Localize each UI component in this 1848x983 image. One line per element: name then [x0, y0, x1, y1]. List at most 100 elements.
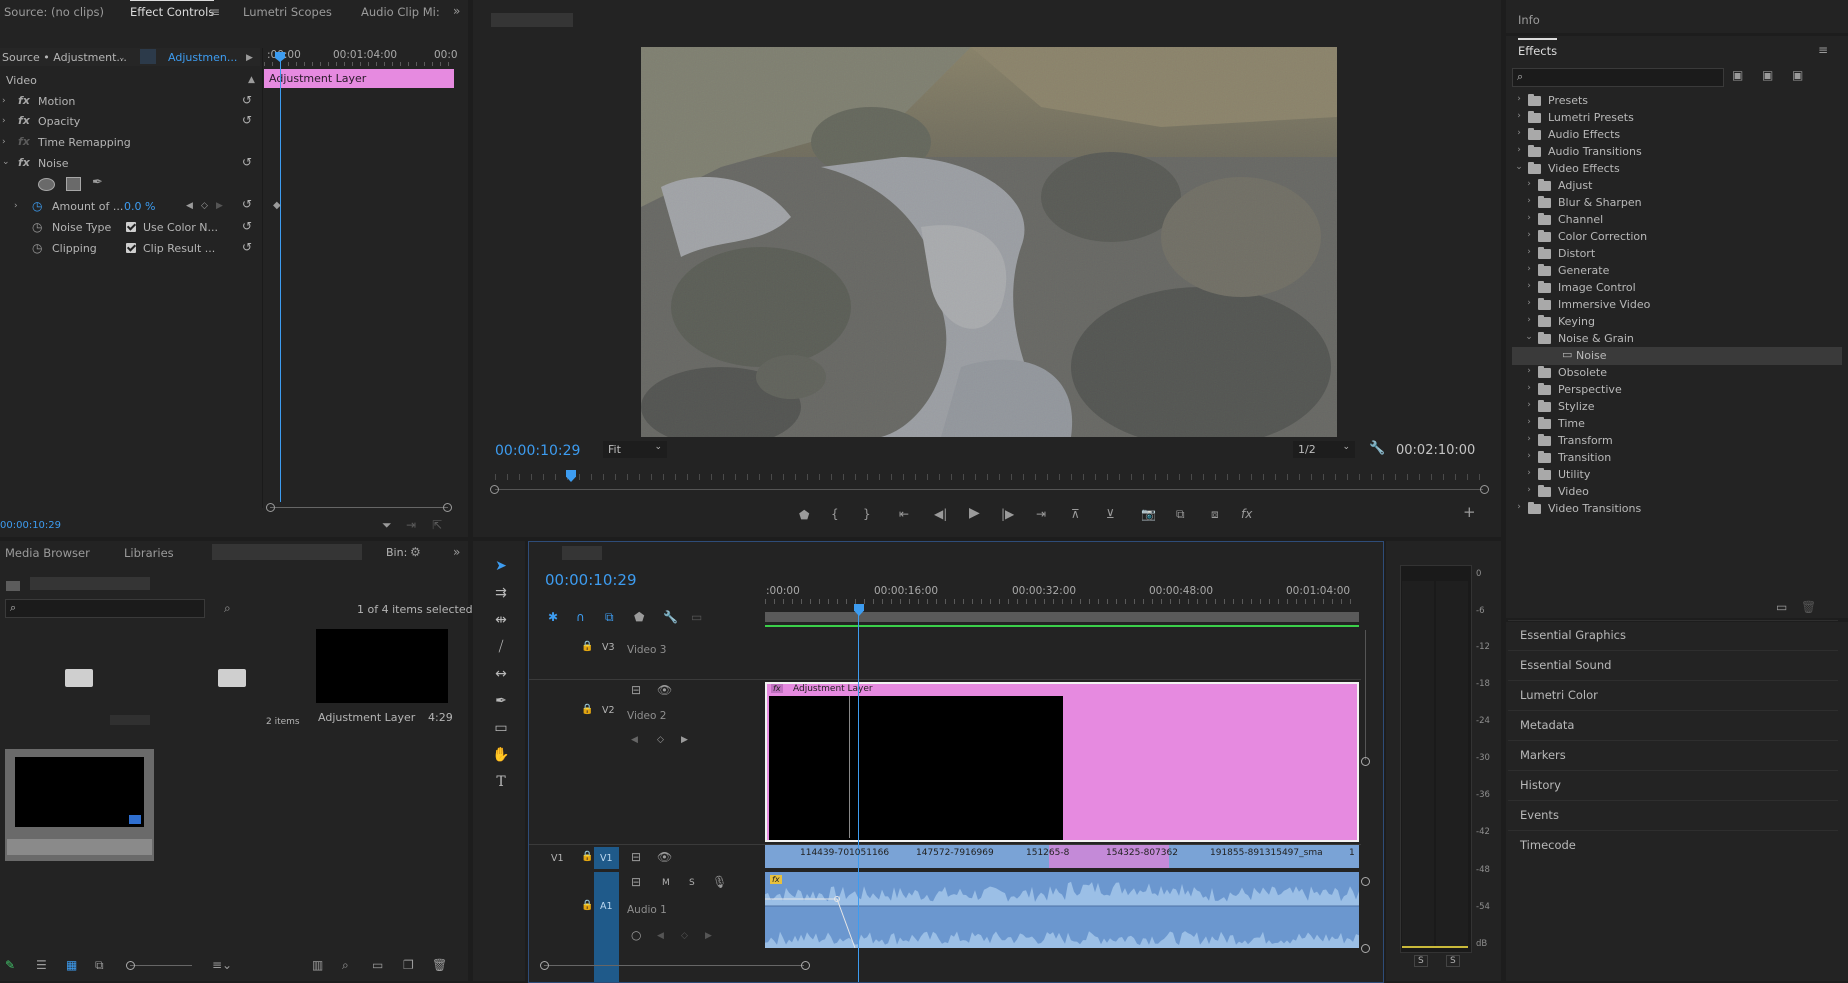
- sort-icon[interactable]: ≡⌄: [212, 958, 232, 972]
- panel-section-events[interactable]: Events: [1520, 808, 1559, 822]
- button-editor-icon[interactable]: +: [1463, 505, 1476, 520]
- linked-selection-icon[interactable]: ⧉: [605, 610, 614, 624]
- find-icon[interactable]: ⌕: [224, 601, 231, 615]
- noise-collapse-icon[interactable]: ⌄: [2, 155, 10, 169]
- chevron-right-icon[interactable]: ›: [1514, 502, 1524, 512]
- timeline-playhead[interactable]: [858, 614, 859, 982]
- selection-tool-icon[interactable]: ➤: [490, 556, 512, 576]
- panel-section-markers[interactable]: Markers: [1520, 748, 1566, 762]
- chevron-right-icon[interactable]: ›: [1524, 417, 1534, 427]
- chevron-right-icon[interactable]: ›: [1524, 264, 1534, 274]
- chevron-right-icon[interactable]: ›: [1524, 179, 1534, 189]
- zoom-slider-handle[interactable]: [126, 961, 135, 970]
- tab-libraries[interactable]: Libraries: [124, 546, 174, 560]
- noise-fx-badge[interactable]: fx: [18, 156, 30, 169]
- effects-tree-item[interactable]: › Image Control: [1506, 279, 1848, 297]
- step-forward-icon[interactable]: |▶: [1001, 507, 1014, 521]
- ec-playhead[interactable]: [280, 52, 281, 502]
- v2-prev-kf-icon[interactable]: ◀: [631, 733, 638, 747]
- amount-expand-icon[interactable]: ›: [14, 199, 18, 213]
- amount-value[interactable]: 0.0 %: [124, 200, 155, 213]
- chevron-right-icon[interactable]: ›: [1524, 451, 1534, 461]
- go-to-out-icon[interactable]: ⇥: [1036, 507, 1046, 521]
- tab-info[interactable]: Info: [1518, 13, 1540, 27]
- timeline-tab-blur[interactable]: [562, 546, 602, 560]
- noise-type-stopwatch-icon[interactable]: ◷: [32, 220, 42, 234]
- effects-tree-item[interactable]: › Video: [1506, 483, 1848, 501]
- tab-source[interactable]: Source: (no clips): [4, 5, 104, 19]
- more-tabs-icon[interactable]: »: [453, 4, 460, 18]
- folder-item-2[interactable]: 2 items: [158, 629, 303, 731]
- tab-media-browser[interactable]: Media Browser: [5, 546, 90, 560]
- mark-in-icon[interactable]: {: [831, 507, 839, 521]
- panel-menu-icon[interactable]: ≡: [210, 5, 220, 19]
- effects-tree-item[interactable]: › Video Transitions: [1506, 500, 1848, 518]
- effects-tree-item[interactable]: › Color Correction: [1506, 228, 1848, 246]
- go-to-in-icon[interactable]: ⇤: [899, 507, 909, 521]
- effects-menu-icon[interactable]: ≡: [1818, 43, 1828, 57]
- a1-add-kf-icon[interactable]: ◇: [681, 929, 688, 943]
- pen-tool-icon[interactable]: ✒: [490, 691, 512, 711]
- ec-clip-bar[interactable]: Adjustment Layer: [264, 69, 454, 88]
- a1-fx-badge[interactable]: fx: [770, 875, 782, 884]
- timeline-timecode[interactable]: 00:00:10:29: [545, 571, 637, 589]
- nest-icon[interactable]: ✱: [548, 610, 558, 624]
- ec-zoom-handle-left[interactable]: [266, 503, 275, 512]
- snap-icon[interactable]: ∩: [576, 610, 585, 624]
- wrench-icon[interactable]: 🔧: [1369, 442, 1385, 456]
- v2-next-kf-icon[interactable]: ▶: [681, 733, 688, 747]
- v1-clip-1[interactable]: 114439-701051166: [800, 848, 889, 858]
- hand-tool-icon[interactable]: ✋: [490, 745, 512, 765]
- program-timecode[interactable]: 00:00:10:29: [495, 443, 580, 459]
- automate-icon[interactable]: ▥: [312, 958, 323, 972]
- solo-right-button[interactable]: S: [1446, 955, 1460, 967]
- chevron-right-icon[interactable]: ›: [1524, 485, 1534, 495]
- project-search-input[interactable]: ⌕: [5, 599, 205, 618]
- icon-view-icon[interactable]: ▦: [66, 958, 77, 972]
- prev-keyframe-icon[interactable]: ◀: [186, 199, 193, 213]
- timeline-scroll-handle-left[interactable]: [540, 961, 549, 970]
- program-playhead[interactable]: [566, 470, 576, 482]
- a1-toggle-output-icon[interactable]: ⊟: [631, 875, 641, 889]
- razor-tool-icon[interactable]: ⧸: [490, 637, 512, 657]
- chevron-right-icon[interactable]: ›: [1524, 315, 1534, 325]
- effects-tree-item[interactable]: ⌄ Noise & Grain: [1506, 330, 1848, 348]
- chevron-right-icon[interactable]: ›: [1524, 366, 1534, 376]
- v2-toggle-output-icon[interactable]: ⊟: [631, 683, 641, 697]
- tab-effects[interactable]: Effects: [1518, 38, 1558, 58]
- chevron-down-icon[interactable]: ⌄: [118, 51, 126, 65]
- effects-tree-item[interactable]: › Keying: [1506, 313, 1848, 331]
- clip-result-checkbox[interactable]: [126, 243, 136, 253]
- chevron-right-icon[interactable]: ›: [1524, 434, 1534, 444]
- v2-lock-icon[interactable]: 🔒: [581, 703, 593, 717]
- clipping-stopwatch-icon[interactable]: ◷: [32, 241, 42, 255]
- ellipse-mask-icon[interactable]: [38, 178, 55, 191]
- audio-waveform[interactable]: [765, 872, 1359, 948]
- effects-tree-item[interactable]: › Immersive Video: [1506, 296, 1848, 314]
- export-icon[interactable]: ⇱: [432, 518, 442, 532]
- a-scroll-handle-top[interactable]: [1361, 877, 1370, 886]
- chevron-right-icon[interactable]: ›: [1524, 196, 1534, 206]
- a1-prev-kf-icon[interactable]: ◀: [657, 929, 664, 943]
- chevron-right-icon[interactable]: ›: [1524, 247, 1534, 257]
- rect-mask-icon[interactable]: [66, 177, 81, 191]
- v3-lock-icon[interactable]: 🔒: [581, 640, 593, 654]
- solo-left-button[interactable]: S: [1414, 955, 1428, 967]
- v1-clip-6[interactable]: 1: [1349, 848, 1355, 858]
- add-marker-icon[interactable]: ⬟: [799, 508, 809, 522]
- effects-tree-item[interactable]: › Audio Effects: [1506, 126, 1848, 144]
- program-scrub-end[interactable]: [1480, 485, 1489, 494]
- program-scrub-bar[interactable]: [495, 489, 1483, 490]
- pen-mask-icon[interactable]: ✒: [92, 176, 103, 190]
- effects-tree-item[interactable]: › Time: [1506, 415, 1848, 433]
- opacity-expand-icon[interactable]: ›: [2, 114, 6, 128]
- chevron-right-icon[interactable]: ›: [1514, 128, 1524, 138]
- clip-selector[interactable]: Adjustmen...: [168, 51, 237, 64]
- quality-dropdown[interactable]: 1/2 ⌄: [1293, 441, 1355, 458]
- add-keyframe-icon[interactable]: ◇: [201, 199, 208, 213]
- v2-add-kf-icon[interactable]: ◇: [657, 733, 664, 747]
- motion-expand-icon[interactable]: ›: [2, 94, 6, 108]
- effects-tree-item[interactable]: › Perspective: [1506, 381, 1848, 399]
- more-panels-icon[interactable]: »: [453, 545, 460, 559]
- mark-out-icon[interactable]: }: [863, 507, 871, 521]
